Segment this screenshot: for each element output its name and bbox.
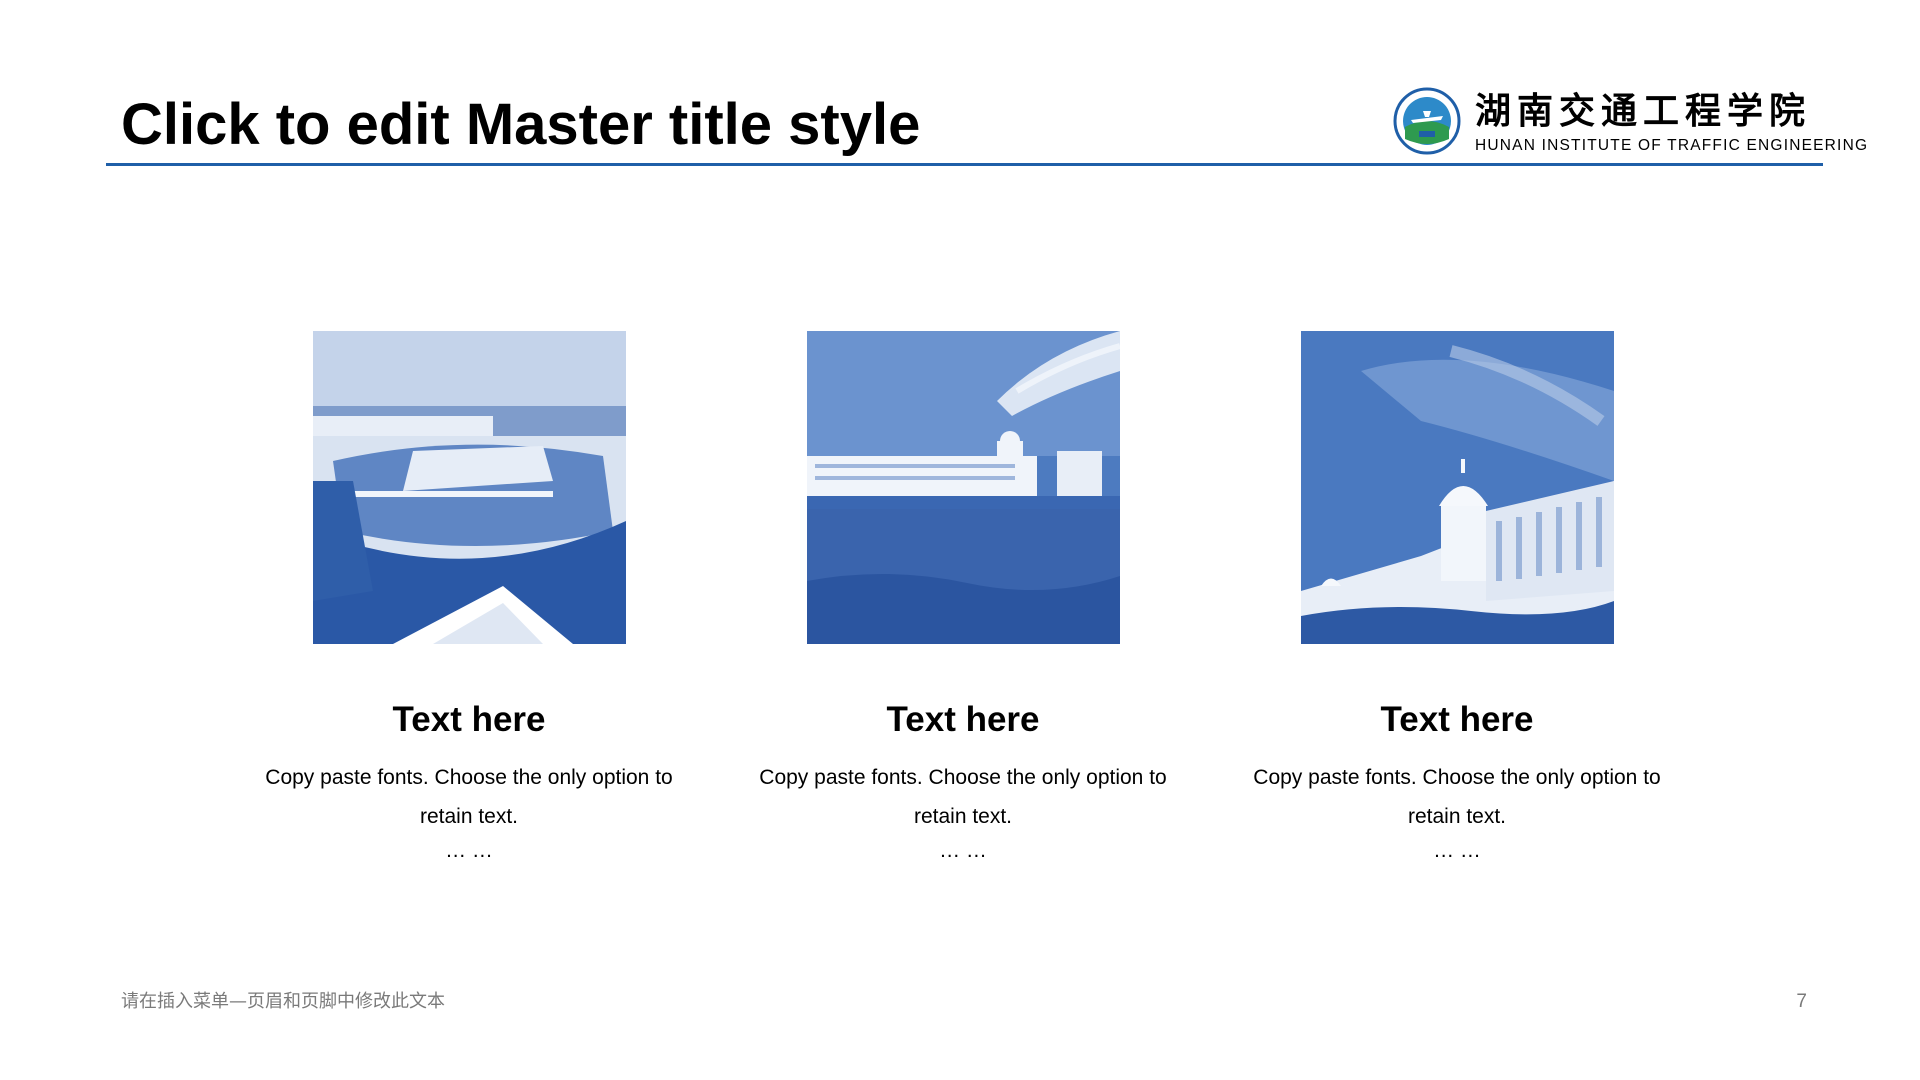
slide-title[interactable]: Click to edit Master title style [121, 90, 920, 160]
campus-lake-photo[interactable] [312, 331, 626, 644]
card-ellipsis: … … [1433, 839, 1481, 862]
card-ellipsis: … … [939, 839, 987, 862]
card-description[interactable]: Copy paste fonts. Choose the only option… [1227, 758, 1687, 836]
institute-logo: 湖南交通工程学院 HUNAN INSTITUTE OF TRAFFIC ENGI… [1393, 87, 1867, 157]
logo-english-name: HUNAN INSTITUTE OF TRAFFIC ENGINEERING [1475, 137, 1869, 154]
card-description[interactable]: Copy paste fonts. Choose the only option… [239, 758, 699, 836]
school-emblem-icon [1393, 87, 1461, 155]
page-number: 7 [1796, 991, 1807, 1012]
card-ellipsis: … … [445, 839, 493, 862]
feature-card-2: Text here Copy paste fonts. Choose the o… [733, 331, 1193, 866]
card-description[interactable]: Copy paste fonts. Choose the only option… [733, 758, 1193, 836]
campus-lawn-photo[interactable] [806, 331, 1120, 644]
card-heading[interactable]: Text here [733, 699, 1193, 741]
feature-card-3: Text here Copy paste fonts. Choose the o… [1227, 331, 1687, 866]
slide: Click to edit Master title style 湖南交通工程学… [0, 0, 1920, 1080]
feature-card-1: Text here Copy paste fonts. Choose the o… [239, 331, 699, 866]
logo-chinese-name: 湖南交通工程学院 [1475, 90, 1812, 132]
title-divider [106, 163, 1823, 166]
domed-building-photo[interactable] [1300, 331, 1614, 644]
card-heading[interactable]: Text here [1227, 699, 1687, 741]
card-heading[interactable]: Text here [239, 699, 699, 741]
footer-text[interactable]: 请在插入菜单—页眉和页脚中修改此文本 [121, 990, 445, 1014]
